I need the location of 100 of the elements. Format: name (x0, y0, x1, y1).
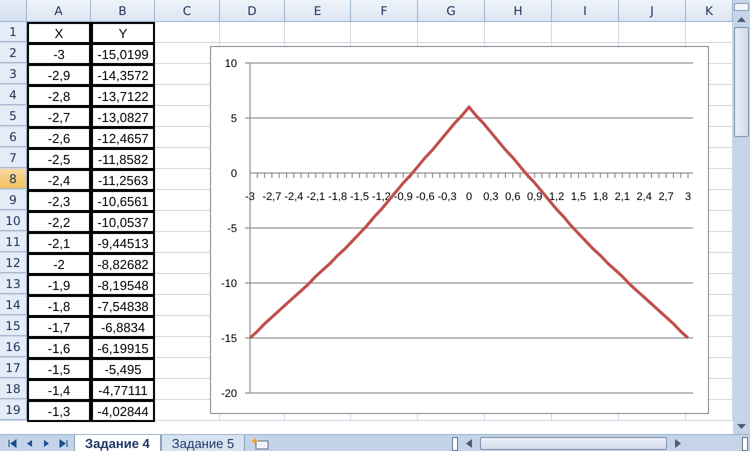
table-cell: -6,8834 (91, 316, 155, 338)
column-header[interactable]: F (351, 0, 418, 22)
table-cell: -2,1 (27, 232, 91, 254)
x-tick-label: 3 (684, 191, 692, 203)
y-tick-label: 0 (230, 168, 237, 180)
x-tick-label: 0 (466, 191, 472, 203)
table-cell: -9,44513 (91, 232, 155, 254)
row-header[interactable]: 8 (0, 169, 27, 189)
scroll-left-icon[interactable] (466, 439, 472, 448)
table-cell: -8,19548 (91, 274, 155, 296)
table-cell: -1,7 (27, 316, 91, 338)
column-header[interactable]: C (155, 0, 220, 22)
table-cell: -4,02844 (91, 400, 155, 422)
table-cell: -2,8 (27, 85, 91, 107)
row-header[interactable]: 1 (0, 22, 27, 42)
scroll-thumb[interactable] (480, 437, 667, 450)
column-header[interactable]: I (552, 0, 619, 22)
column-header[interactable]: B (91, 0, 155, 22)
y-tick-label: 10 (224, 58, 237, 70)
row-header[interactable]: 4 (0, 85, 27, 105)
row-header[interactable]: 17 (0, 358, 27, 378)
table-cell: -2,2 (27, 211, 91, 233)
table-cell: -8,82682 (91, 253, 155, 275)
table-cell: -1,9 (27, 274, 91, 296)
x-tick-label: 1,2 (548, 191, 564, 203)
table-cell: -1,6 (27, 337, 91, 359)
x-tick-label: 0,3 (483, 191, 499, 203)
table-cell: -10,6561 (91, 190, 155, 212)
split-handle[interactable] (742, 436, 748, 450)
table-cell: -13,7122 (91, 85, 155, 107)
row-header[interactable]: 11 (0, 232, 27, 252)
table-cell: -2,7 (27, 106, 91, 128)
scroll-up-icon[interactable] (737, 17, 746, 22)
column-header[interactable]: H (485, 0, 552, 22)
row-header[interactable]: 5 (0, 106, 27, 126)
y-tick-label: -20 (221, 388, 237, 400)
table-cell: -6,19915 (91, 337, 155, 359)
row-header[interactable]: 10 (0, 211, 27, 231)
column-header[interactable]: K (686, 0, 733, 22)
x-tick-label: 0,9 (527, 191, 542, 203)
x-tick-label: -0,3 (438, 191, 457, 203)
table-cell: -14,3572 (91, 64, 155, 86)
column-header[interactable]: J (619, 0, 686, 22)
column-header[interactable]: A (27, 0, 91, 22)
table-cell: -2,4 (27, 169, 91, 191)
table-cell: -1,3 (27, 400, 91, 422)
x-tick-label: 1,8 (592, 191, 608, 203)
table-cell: -2,5 (27, 148, 91, 170)
table-cell: -15,0199 (91, 43, 155, 65)
row-header[interactable]: 9 (0, 190, 27, 210)
row-header[interactable]: 3 (0, 64, 27, 84)
row-header[interactable]: 16 (0, 337, 27, 357)
x-tick-label: 2,1 (614, 191, 630, 203)
column-header[interactable]: E (285, 0, 351, 22)
row-header[interactable]: 14 (0, 295, 27, 315)
sheet-tab[interactable]: Задание 4 (74, 435, 161, 451)
y-tick-label: -10 (221, 278, 237, 290)
table-cell: -1,8 (27, 295, 91, 317)
row-header[interactable]: 15 (0, 316, 27, 336)
table-cell: X (27, 22, 91, 44)
row-header[interactable]: 7 (0, 148, 27, 168)
table-cell: -2,9 (27, 64, 91, 86)
row-header[interactable]: 6 (0, 127, 27, 147)
scroll-thumb[interactable] (734, 27, 749, 137)
x-tick-label: 1,5 (570, 191, 586, 203)
scroll-right-icon[interactable] (675, 439, 681, 448)
column-header[interactable]: D (220, 0, 285, 22)
split-handle[interactable] (452, 436, 458, 450)
row-header[interactable]: 12 (0, 253, 27, 273)
y-tick-label: -5 (227, 223, 237, 235)
x-tick-label: -0,9 (394, 191, 413, 203)
table-cell: -2,3 (27, 190, 91, 212)
new-sheet-icon[interactable] (251, 437, 270, 450)
table-cell: -11,8582 (91, 148, 155, 170)
table-cell: -11,2563 (91, 169, 155, 191)
split-handle[interactable] (734, 3, 749, 11)
x-tick-label: -2,1 (306, 191, 326, 203)
y-tick-label: 5 (230, 113, 237, 125)
x-tick-label: 0,6 (505, 191, 520, 203)
y-tick-label: -15 (221, 333, 237, 345)
sheet-nav-icon[interactable] (8, 439, 17, 448)
x-tick-label: -0,6 (416, 191, 435, 203)
table-cell: -7,54838 (91, 295, 155, 317)
sheet-tab[interactable]: Задание 5 (160, 435, 246, 451)
x-tick-label: -3 (245, 191, 255, 203)
column-header[interactable]: G (418, 0, 485, 22)
table-cell: -10,0537 (91, 211, 155, 233)
x-tick-label: -2,7 (262, 191, 282, 203)
row-header[interactable]: 13 (0, 274, 27, 294)
table-cell: -5,495 (91, 358, 155, 380)
x-tick-label: -1,5 (350, 191, 369, 203)
row-header[interactable]: 2 (0, 43, 27, 63)
table-cell: -1,4 (27, 379, 91, 401)
table-cell: -13,0827 (91, 106, 155, 128)
row-header[interactable]: 19 (0, 400, 27, 420)
row-header[interactable]: 18 (0, 379, 27, 399)
x-tick-label: 2,7 (658, 191, 674, 203)
scroll-down-icon[interactable] (737, 424, 746, 429)
sheet-nav-icon[interactable] (59, 439, 68, 448)
x-tick-label: 2,4 (636, 191, 652, 203)
